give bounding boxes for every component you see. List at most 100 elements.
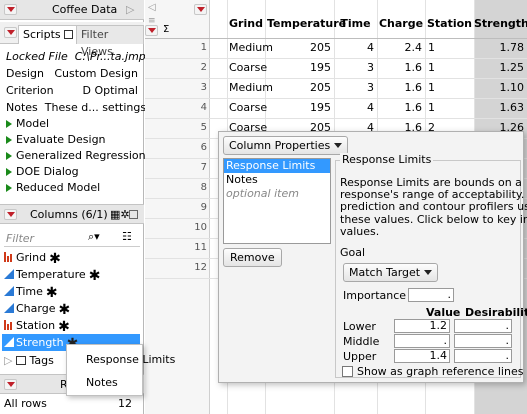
importance-input[interactable]: . (408, 288, 454, 302)
cell-temperature[interactable]: 195 (267, 99, 331, 117)
cell-strength[interactable]: 1.25 (474, 59, 525, 77)
tab-scripts[interactable]: Scripts (18, 25, 79, 44)
cell-grind[interactable]: Medium (229, 39, 273, 57)
menu-item-notes[interactable]: Notes (86, 376, 118, 389)
row-number[interactable]: 12 (145, 259, 207, 277)
column-time[interactable]: Time ✱ (4, 283, 58, 301)
asterisk-icon[interactable]: ✱ (58, 302, 70, 318)
row-number[interactable]: 2 (145, 59, 207, 77)
column-charge[interactable]: Charge ✱ (4, 300, 70, 318)
goal-dropdown[interactable]: Match Target (343, 263, 439, 282)
list-item-optional[interactable]: optional item (224, 187, 330, 201)
row-number[interactable]: 11 (145, 239, 207, 257)
row-number[interactable]: 8 (145, 179, 207, 197)
row-states-menu[interactable] (145, 25, 158, 36)
prop-notes[interactable]: Notes These d... settings. (6, 101, 150, 114)
rows-red-triangle-menu[interactable] (4, 379, 17, 390)
table-red-triangle-menu[interactable] (4, 4, 17, 15)
column-temperature[interactable]: Temperature ✱ (4, 266, 101, 284)
cell-charge[interactable]: 1.6 (377, 99, 423, 117)
reference-lines-checkbox[interactable] (342, 366, 353, 377)
column-view-icon[interactable]: ▦✲ (110, 205, 130, 225)
cell-strength[interactable]: 1.10 (474, 79, 525, 97)
cell-time[interactable]: 3 (334, 79, 374, 97)
row-number[interactable]: 1 (145, 39, 207, 57)
menu-item-response-limits[interactable]: Response Limits (86, 353, 175, 366)
columns-red-triangle-menu[interactable] (4, 209, 17, 220)
cell-charge[interactable]: 1.6 (377, 79, 423, 97)
lower-desirability-input[interactable]: . (454, 319, 512, 333)
prop-criterion[interactable]: Criterion D Optimal (6, 84, 138, 97)
prop-locked-file[interactable]: Locked File C:\Pr...ta.jmp (6, 50, 146, 63)
header-charge[interactable]: Charge (377, 10, 425, 38)
cell-temperature[interactable]: 205 (267, 79, 331, 97)
scripts-red-triangle-menu[interactable] (4, 27, 17, 38)
script-model[interactable]: Model (6, 117, 49, 130)
prop-design[interactable]: Design Custom Design (6, 67, 138, 80)
cell-temperature[interactable]: 205 (267, 39, 331, 57)
cell-time[interactable]: 4 (334, 99, 374, 117)
row-number[interactable]: 6 (145, 139, 207, 157)
cell-station[interactable]: 1 (428, 79, 472, 97)
list-item-notes[interactable]: Notes (224, 173, 330, 187)
asterisk-icon[interactable]: ✱ (58, 319, 70, 335)
cell-station[interactable]: 1 (428, 59, 472, 77)
row-number[interactable]: 7 (145, 159, 207, 177)
group-title: Response Limits (340, 153, 434, 166)
middle-value-input[interactable]: . (394, 334, 450, 348)
script-reduced-model[interactable]: Reduced Model (6, 181, 100, 194)
script-doe-dialog[interactable]: DOE Dialog (6, 165, 79, 178)
expand-icon[interactable]: ▷ (4, 354, 12, 367)
cell-strength[interactable]: 1.63 (474, 99, 525, 117)
column-station[interactable]: Station ✱ (4, 317, 70, 335)
remove-button[interactable]: Remove (223, 248, 282, 267)
play-icon (6, 168, 12, 176)
cell-grind[interactable]: Medium (229, 79, 273, 97)
filter-input[interactable]: Filter (6, 232, 34, 245)
table-panel-header[interactable]: Coffee Data ▷ (0, 0, 144, 20)
header-time[interactable]: Time (334, 10, 377, 38)
tab-filter-views[interactable]: Filter Views (76, 25, 144, 58)
asterisk-icon[interactable]: ✱ (89, 268, 101, 284)
asterisk-icon[interactable]: ✱ (49, 251, 61, 267)
column-properties-button[interactable]: Column Properties (223, 136, 349, 155)
header-station[interactable]: Station (425, 10, 474, 38)
script-generalized-regression[interactable]: Generalized Regression (6, 149, 146, 162)
cell-grind[interactable]: Coarse (229, 99, 267, 117)
collapse-left-icon[interactable]: ◁ (148, 2, 156, 13)
cell-temperature[interactable]: 195 (267, 59, 331, 77)
columns-panel-header[interactable]: Columns (6/1) ▦✲ (0, 204, 144, 224)
cell-time[interactable]: 3 (334, 59, 374, 77)
cell-station[interactable]: 1 (428, 39, 472, 57)
row-number[interactable]: 10 (145, 219, 207, 237)
cell-strength[interactable]: 1.78 (474, 39, 525, 57)
row-number[interactable]: 3 (145, 79, 207, 97)
search-icon[interactable]: ⌕▾ (88, 230, 100, 244)
cell-time[interactable]: 4 (334, 39, 374, 57)
row-number[interactable]: 4 (145, 99, 207, 117)
lower-value-input[interactable]: 1.2 (394, 319, 450, 333)
asterisk-icon[interactable]: ✱ (46, 285, 58, 301)
upper-desirability-input[interactable]: . (454, 349, 512, 363)
tags-item[interactable]: ▷ Tags (4, 352, 54, 369)
cell-grind[interactable]: Coarse (229, 59, 267, 77)
upper-value-input[interactable]: 1.4 (394, 349, 450, 363)
middle-desirability-input[interactable]: . (454, 334, 512, 348)
maximize-icon[interactable] (129, 210, 138, 219)
header-grind[interactable]: Grind (227, 10, 265, 38)
list-item-response-limits[interactable]: Response Limits (224, 159, 330, 173)
column-grind[interactable]: Grind ✱ (4, 249, 61, 267)
grid-corner-menu[interactable] (194, 4, 207, 15)
cell-station[interactable]: 1 (428, 99, 472, 117)
filter-options-icon[interactable]: ☷ (122, 230, 132, 243)
header-strength[interactable]: Strength (474, 10, 527, 38)
row-number[interactable]: 9 (145, 199, 207, 217)
column-filter[interactable]: Filter ⌕▾ ☷ (4, 229, 140, 247)
collapse-right-icon[interactable]: ▷ (126, 0, 134, 20)
red-triangle-icon (6, 382, 15, 387)
cell-charge[interactable]: 1.6 (377, 59, 423, 77)
header-temperature[interactable]: Temperature (267, 10, 346, 38)
cell-charge[interactable]: 2.4 (377, 39, 423, 57)
row-number[interactable]: 5 (145, 119, 207, 137)
script-evaluate-design[interactable]: Evaluate Design (6, 133, 106, 146)
